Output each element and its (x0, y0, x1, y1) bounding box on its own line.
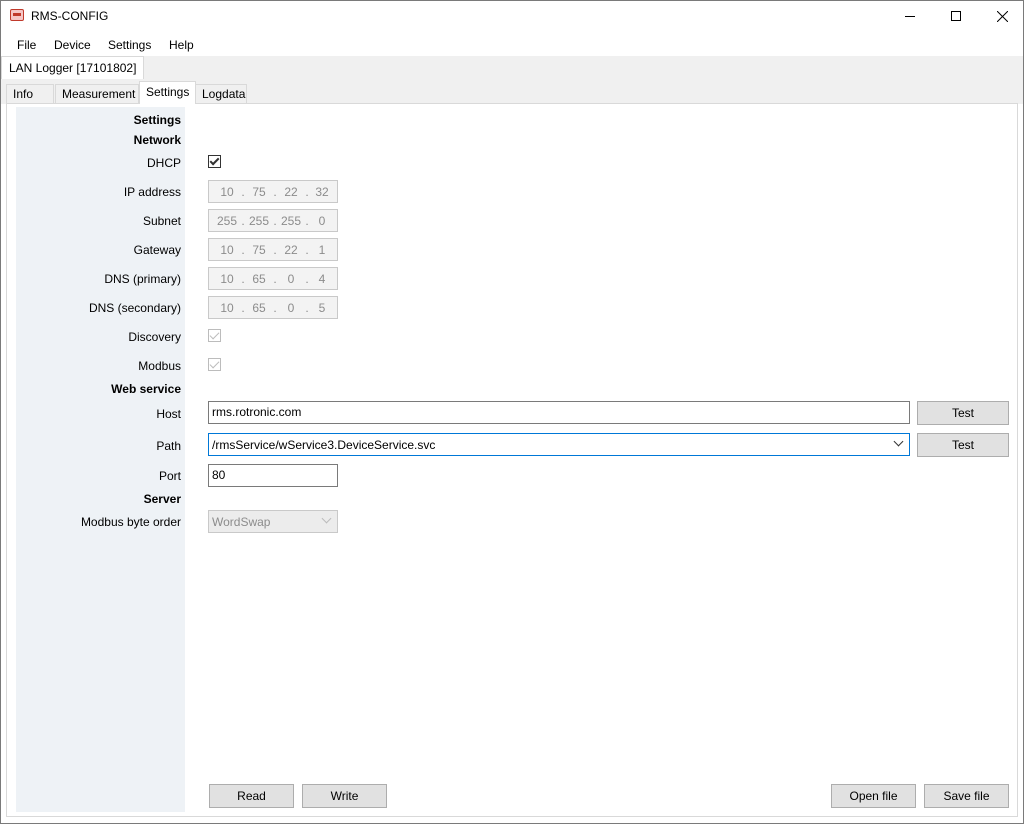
dns1-octet-4: 4 (318, 272, 326, 286)
ip-dot: . (273, 272, 277, 286)
gateway-octet-1: 10 (220, 243, 234, 257)
close-icon (996, 10, 1008, 22)
ip-dot: . (241, 243, 245, 257)
gateway-label: Gateway (133, 243, 181, 257)
dns2-octet-4: 5 (318, 301, 326, 315)
ip-octet-2: 75 (252, 185, 266, 199)
dns1-octet-2: 65 (252, 272, 266, 286)
menu-bar: File Device Settings Help (1, 32, 1023, 56)
test-host-button[interactable]: Test (917, 401, 1009, 425)
dns-primary-field[interactable]: 10 . 65 . 0 . 4 (208, 267, 338, 290)
port-input[interactable]: 80 (208, 464, 338, 487)
ip-dot: . (273, 214, 277, 228)
subnet-label: Subnet (142, 214, 181, 228)
minimize-icon (905, 15, 915, 17)
subnet-octet-4: 0 (318, 214, 326, 228)
open-file-button[interactable]: Open file (831, 784, 916, 808)
port-label: Port (158, 469, 181, 483)
save-file-button[interactable]: Save file (924, 784, 1009, 808)
dns2-octet-1: 10 (220, 301, 234, 315)
minimize-button[interactable] (887, 1, 933, 31)
ip-octet-1: 10 (220, 185, 234, 199)
app-window: RMS-CONFIG File Device Settings Help LAN… (0, 0, 1024, 824)
device-tab-strip (1, 56, 1023, 79)
gateway-field[interactable]: 10 . 75 . 22 . 1 (208, 238, 338, 261)
gateway-octet-4: 1 (318, 243, 326, 257)
menu-device[interactable]: Device (54, 38, 91, 52)
write-button[interactable]: Write (302, 784, 387, 808)
dns-secondary-field[interactable]: 10 . 65 . 0 . 5 (208, 296, 338, 319)
ip-address-field[interactable]: 10 . 75 . 22 . 32 (208, 180, 338, 203)
tab-logdata[interactable]: Logdata (195, 84, 247, 104)
dhcp-label: DHCP (146, 156, 181, 170)
device-tab[interactable]: LAN Logger [17101802] (1, 56, 145, 79)
ip-dot: . (273, 185, 277, 199)
dns-primary-label: DNS (primary) (104, 272, 181, 286)
read-button[interactable]: Read (209, 784, 294, 808)
close-button[interactable] (979, 1, 1024, 31)
path-value: /rmsService/wService3.DeviceService.svc (212, 438, 436, 452)
check-icon (209, 329, 220, 340)
byte-order-select[interactable]: WordSwap (208, 510, 338, 533)
section-server: Server (143, 492, 181, 506)
dhcp-checkbox[interactable] (208, 155, 221, 168)
maximize-icon (951, 11, 961, 21)
path-label: Path (156, 439, 181, 453)
ip-dot: . (241, 301, 245, 315)
menu-help[interactable]: Help (169, 38, 194, 52)
window-title: RMS-CONFIG (31, 9, 109, 23)
ip-dot: . (241, 185, 245, 199)
label-column (16, 107, 185, 812)
dns2-octet-2: 65 (252, 301, 266, 315)
logger-app-icon (10, 9, 24, 21)
menu-file[interactable]: File (17, 38, 36, 52)
ip-dot: . (241, 272, 245, 286)
check-icon (209, 155, 220, 166)
host-label: Host (156, 407, 181, 421)
ip-octet-4: 32 (315, 185, 329, 199)
chevron-down-icon (321, 515, 333, 527)
section-settings: Settings (133, 113, 181, 127)
modbus-label: Modbus (138, 359, 181, 373)
title-bar: RMS-CONFIG (1, 1, 1023, 32)
subnet-field[interactable]: 255 . 255 . 255 . 0 (208, 209, 338, 232)
settings-tab-strip: Info Measurement Settings Logdata (1, 79, 1023, 104)
tab-settings[interactable]: Settings (139, 81, 196, 104)
menu-settings[interactable]: Settings (108, 38, 151, 52)
dns2-octet-3: 0 (287, 301, 295, 315)
byte-order-value: WordSwap (212, 515, 271, 529)
path-combobox[interactable]: /rmsService/wService3.DeviceService.svc (208, 433, 910, 456)
dns-secondary-label: DNS (secondary) (88, 301, 181, 315)
gateway-octet-3: 22 (284, 243, 298, 257)
section-web-service: Web service (111, 382, 181, 396)
subnet-octet-3: 255 (280, 214, 302, 228)
subnet-octet-1: 255 (216, 214, 238, 228)
gateway-octet-2: 75 (252, 243, 266, 257)
ip-dot: . (273, 243, 277, 257)
settings-panel: Settings Network DHCP IP address 10 . 75… (6, 103, 1018, 817)
modbus-checkbox[interactable] (208, 358, 221, 371)
host-input[interactable]: rms.rotronic.com (208, 401, 910, 424)
byte-order-label: Modbus byte order (80, 515, 181, 529)
discovery-checkbox[interactable] (208, 329, 221, 342)
section-network: Network (133, 133, 181, 147)
ip-octet-3: 22 (284, 185, 298, 199)
ip-dot: . (273, 301, 277, 315)
check-icon (209, 358, 220, 369)
maximize-button[interactable] (933, 1, 979, 31)
dns1-octet-3: 0 (287, 272, 295, 286)
subnet-octet-2: 255 (248, 214, 270, 228)
ip-address-label: IP address (123, 185, 181, 199)
tab-info[interactable]: Info (6, 84, 54, 104)
discovery-label: Discovery (128, 330, 181, 344)
ip-dot: . (241, 214, 245, 228)
tab-measurement[interactable]: Measurement (55, 84, 139, 104)
chevron-down-icon[interactable] (893, 438, 905, 450)
dns1-octet-1: 10 (220, 272, 234, 286)
test-path-button[interactable]: Test (917, 433, 1009, 457)
